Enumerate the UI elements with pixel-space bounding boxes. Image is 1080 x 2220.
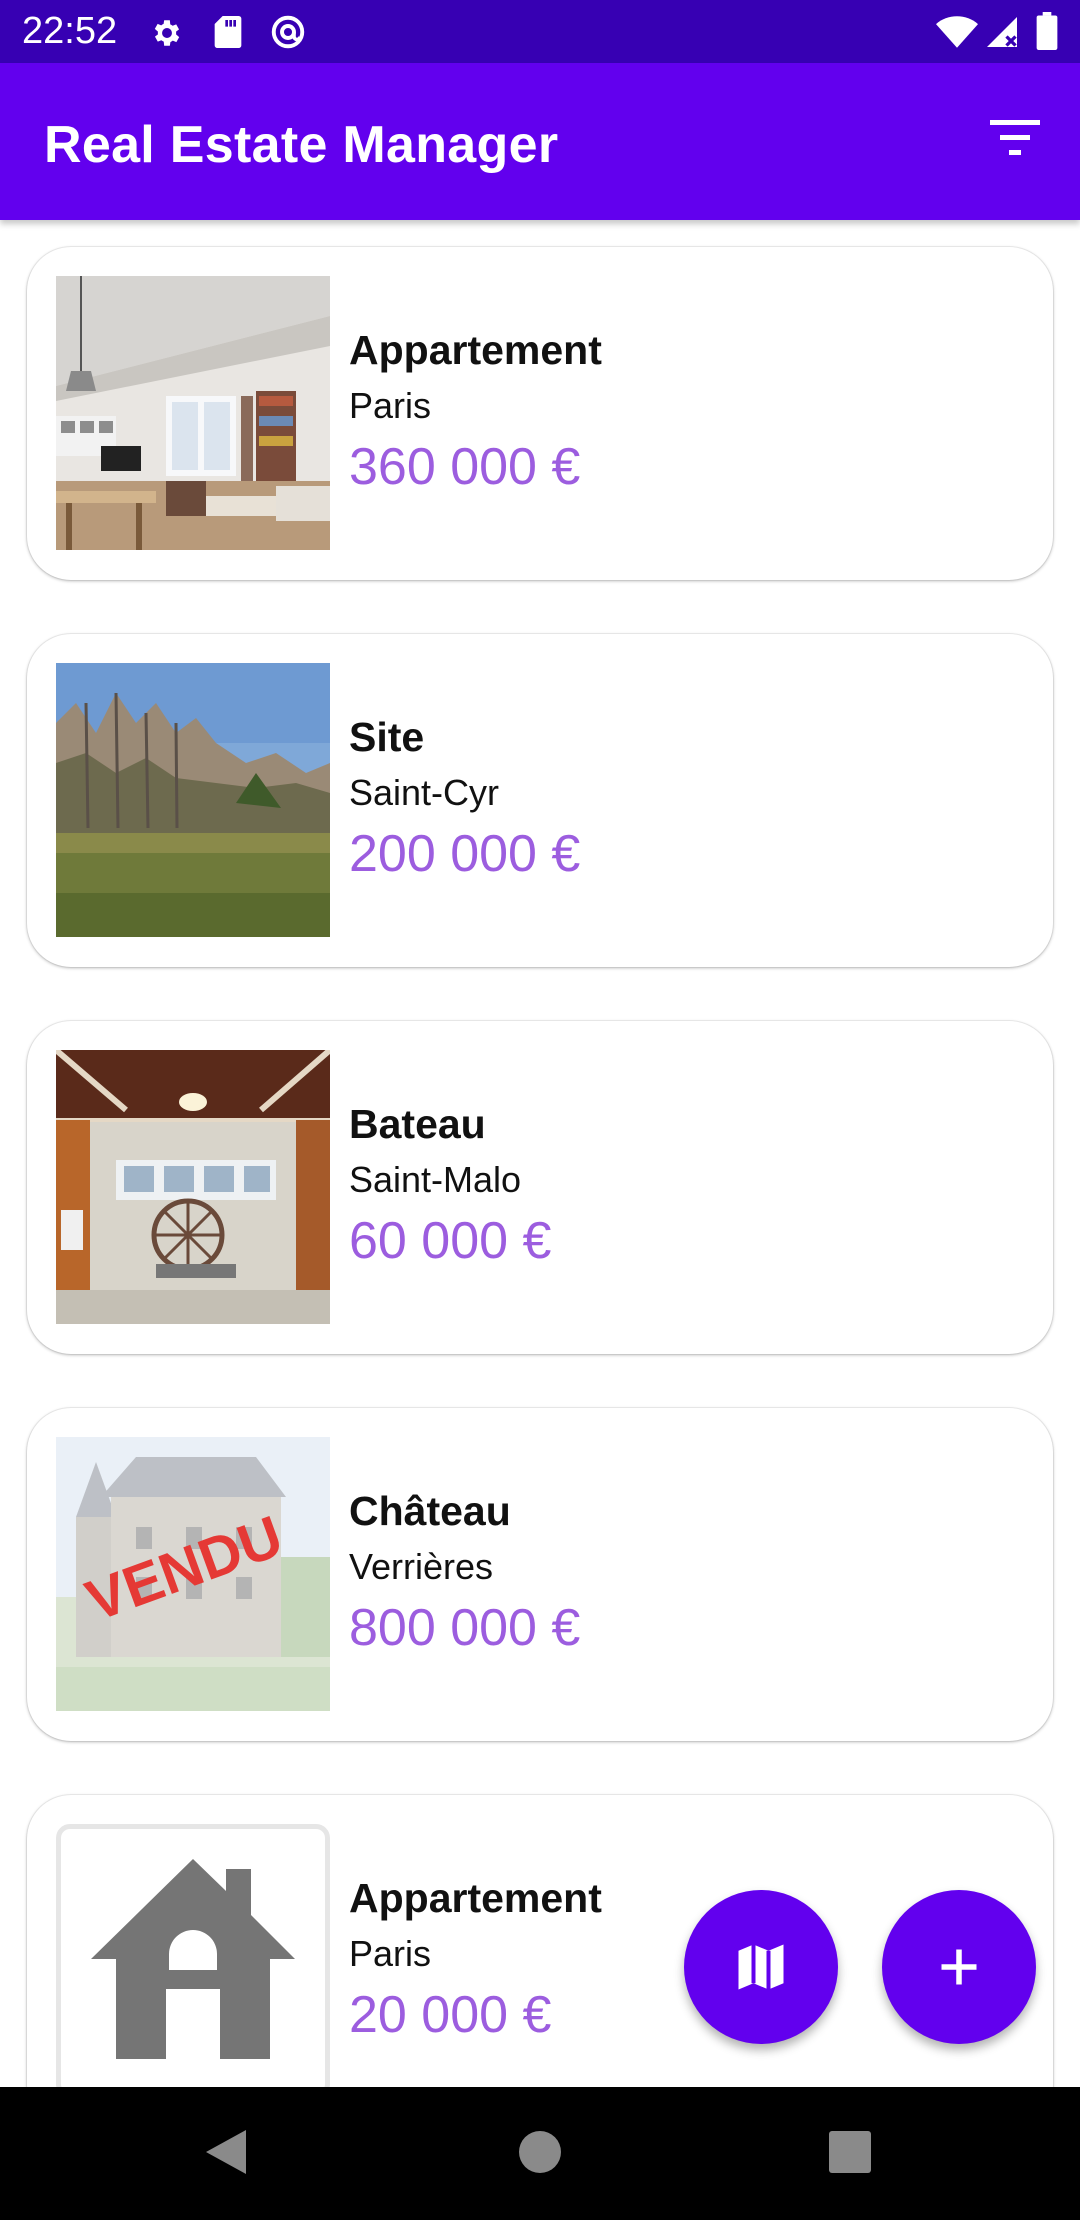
app-bar: Real Estate Manager xyxy=(0,63,1080,220)
sd-card-icon xyxy=(214,16,242,48)
property-city: Paris xyxy=(349,385,432,426)
signal-icon xyxy=(987,17,1017,47)
property-card[interactable]: Site Saint-Cyr 200 000 € xyxy=(27,634,1053,967)
add-property-button[interactable] xyxy=(882,1890,1036,2044)
property-price: 60 000 € xyxy=(349,1212,552,1270)
vpn-icon xyxy=(271,15,305,49)
property-card[interactable]: Appartement Paris 360 000 € xyxy=(27,247,1053,580)
property-type: Site xyxy=(349,714,425,760)
property-card[interactable]: Bateau Saint-Malo 60 000 € xyxy=(27,1021,1053,1354)
filter-button[interactable] xyxy=(980,108,1050,168)
status-bar: 22:52 xyxy=(0,0,1080,63)
property-photo xyxy=(56,1050,330,1324)
house-placeholder-icon xyxy=(91,1859,295,2059)
property-city: Verrières xyxy=(349,1546,494,1587)
back-button[interactable] xyxy=(190,2117,260,2187)
map-icon xyxy=(738,1944,784,1990)
property-type: Château xyxy=(349,1488,511,1534)
app-title: Real Estate Manager xyxy=(44,116,559,174)
property-price: 200 000 € xyxy=(349,825,581,883)
status-time: 22:52 xyxy=(22,10,118,52)
add-icon xyxy=(941,1949,977,1985)
map-button[interactable] xyxy=(684,1890,838,2044)
property-type: Appartement xyxy=(349,327,602,373)
property-price: 360 000 € xyxy=(349,438,581,496)
property-list[interactable]: Appartement Paris 360 000 € Site Saint-C… xyxy=(0,220,1080,2087)
back-icon xyxy=(206,2130,246,2174)
property-card[interactable]: VENDU Château Verrières 800 000 € xyxy=(27,1408,1053,1741)
property-photo xyxy=(56,663,330,937)
property-photo: VENDU xyxy=(56,1437,330,1711)
home-button[interactable] xyxy=(505,2117,575,2187)
system-nav-bar xyxy=(0,2087,1080,2220)
property-photo xyxy=(56,1824,330,2087)
recents-icon xyxy=(829,2131,871,2173)
property-city: Paris xyxy=(349,1933,432,1974)
settings-icon xyxy=(154,20,180,46)
filter-icon xyxy=(990,120,1040,155)
property-photo xyxy=(56,276,330,550)
battery-icon xyxy=(1036,12,1058,50)
recents-button[interactable] xyxy=(815,2117,885,2187)
wifi-icon xyxy=(936,16,978,48)
property-type: Appartement xyxy=(349,1875,602,1921)
property-price: 800 000 € xyxy=(349,1599,581,1657)
property-price: 20 000 € xyxy=(349,1986,552,2044)
home-icon xyxy=(519,2131,561,2173)
property-type: Bateau xyxy=(349,1101,486,1147)
property-city: Saint-Malo xyxy=(349,1159,522,1200)
property-city: Saint-Cyr xyxy=(349,772,500,813)
